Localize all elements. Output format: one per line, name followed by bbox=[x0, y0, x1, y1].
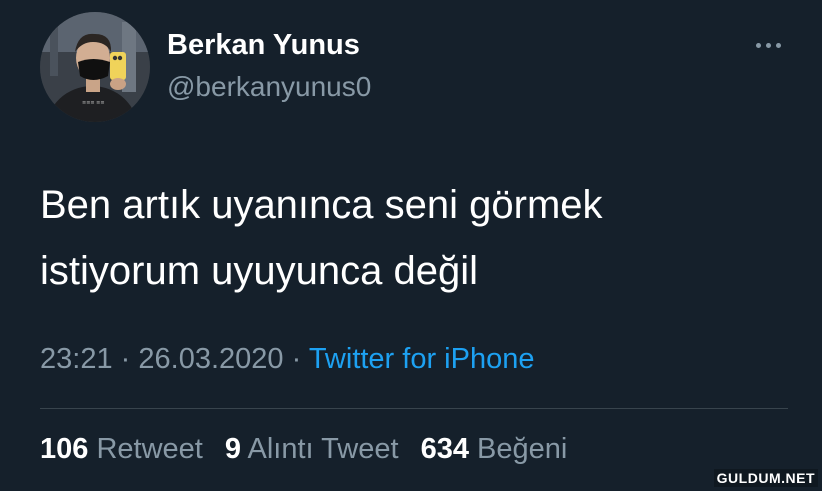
more-dot bbox=[756, 43, 761, 48]
tweet-source-link[interactable]: Twitter for iPhone bbox=[309, 343, 535, 375]
quotes-stat[interactable]: 9 Alıntı Tweet bbox=[225, 433, 399, 465]
more-options-icon[interactable] bbox=[748, 34, 790, 58]
more-dot bbox=[766, 43, 771, 48]
likes-count: 634 bbox=[420, 433, 469, 465]
retweets-stat[interactable]: 106 Retweet bbox=[40, 433, 203, 465]
quotes-label: Alıntı Tweet bbox=[247, 433, 399, 465]
display-name[interactable]: Berkan Yunus bbox=[167, 29, 360, 62]
tweet-text: Ben artık uyanınca seni görmek istiyorum… bbox=[40, 172, 780, 304]
tweet-stats: 106 Retweet 9 Alıntı Tweet 634 Beğeni bbox=[40, 433, 581, 466]
meta-separator: · bbox=[291, 343, 302, 375]
quotes-count: 9 bbox=[224, 433, 242, 465]
tweet-date[interactable]: 26.03.2020 bbox=[138, 343, 283, 375]
likes-stat[interactable]: 634 Beğeni bbox=[421, 433, 568, 465]
likes-label: Beğeni bbox=[477, 433, 568, 465]
retweets-count: 106 bbox=[40, 433, 89, 465]
tweet-meta: 23:21 · 26.03.2020 · Twitter for iPhone bbox=[40, 343, 534, 376]
avatar-photo: ≡≡≡ ≡≡ bbox=[40, 12, 150, 122]
svg-text:≡≡≡ ≡≡: ≡≡≡ ≡≡ bbox=[82, 100, 105, 106]
tweet-text-line: Ben artık uyanınca seni görmek bbox=[40, 183, 603, 227]
meta-separator: · bbox=[120, 343, 131, 375]
tweet-text-line: istiyorum uyuyunca değil bbox=[40, 249, 478, 293]
divider bbox=[40, 408, 788, 409]
avatar[interactable]: ≡≡≡ ≡≡ bbox=[40, 12, 150, 122]
tweet-card: ≡≡≡ ≡≡ Berkan Yunus @berkanyunus0 Ben ar… bbox=[0, 0, 822, 491]
more-dot bbox=[776, 43, 781, 48]
retweets-label: Retweet bbox=[96, 433, 203, 465]
tweet-time[interactable]: 23:21 bbox=[40, 343, 113, 375]
watermark: GULDUM.NET bbox=[713, 469, 818, 487]
user-handle[interactable]: @berkanyunus0 bbox=[167, 71, 371, 103]
